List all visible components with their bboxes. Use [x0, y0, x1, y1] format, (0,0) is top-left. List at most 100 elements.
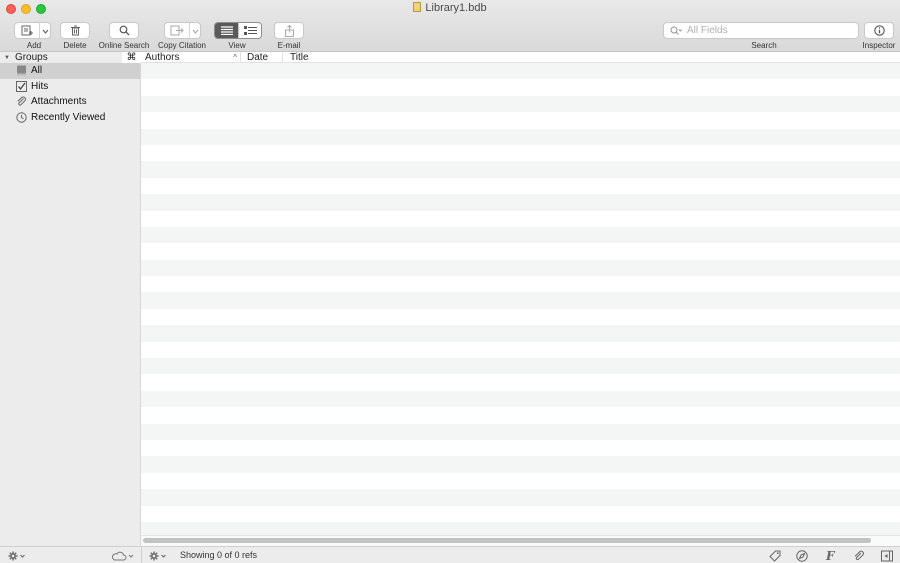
clock-icon — [15, 111, 27, 123]
empty-table-row — [141, 374, 900, 390]
groups-header-label: Groups — [14, 52, 48, 63]
detail-list-icon — [243, 26, 257, 35]
window-title: Library1.bdb — [0, 2, 900, 14]
empty-table-row — [141, 358, 900, 375]
empty-table-row — [141, 276, 900, 292]
search-field[interactable] — [663, 22, 859, 39]
empty-table-row — [141, 342, 900, 358]
compass-icon — [796, 549, 808, 562]
view-label: View — [228, 41, 246, 50]
empty-table-row — [141, 309, 900, 325]
sidebar-item-label: Recently Viewed — [31, 111, 106, 123]
share-icon — [284, 24, 294, 37]
sidebar-item-label: Attachments — [31, 96, 87, 108]
empty-table-row — [141, 259, 900, 277]
empty-table-row — [141, 63, 900, 80]
search-label: Search — [751, 41, 777, 50]
empty-table-row — [141, 440, 900, 456]
horizontal-scrollbar-thumb[interactable] — [143, 538, 871, 543]
empty-table-row — [141, 112, 900, 128]
info-icon — [873, 25, 885, 36]
copy-citation-button[interactable] — [164, 22, 201, 39]
gear-icon — [149, 551, 166, 560]
empty-table-row — [141, 145, 900, 161]
paperclip-icon — [854, 550, 864, 560]
search-input[interactable] — [687, 25, 847, 36]
empty-table-row — [141, 128, 900, 145]
trash-icon — [70, 25, 80, 36]
sidebar-item-label: All — [31, 65, 43, 77]
toggle-side-panel-button[interactable] — [881, 549, 893, 562]
column-header-authors[interactable]: Authors ^ — [145, 52, 239, 63]
online-search-button[interactable] — [109, 22, 139, 39]
groups-header[interactable]: ▼ Groups — [0, 52, 140, 63]
table-body — [141, 63, 900, 535]
titlebar: Library1.bdb Add Delete Online Search Co… — [0, 0, 900, 52]
add-button[interactable] — [14, 22, 51, 39]
column-header-date[interactable]: Date — [247, 52, 281, 63]
empty-table-row — [141, 390, 900, 408]
list-view-button[interactable] — [215, 23, 238, 38]
empty-table-row — [141, 407, 900, 423]
empty-table-row — [141, 521, 900, 535]
empty-table-row — [141, 292, 900, 309]
add-label: Add — [26, 41, 42, 50]
column-header-label: Title — [290, 52, 309, 63]
sidebar-action-menu-button[interactable] — [8, 549, 26, 562]
empty-table-row — [141, 243, 900, 259]
disclosure-triangle-icon[interactable]: ▼ — [4, 55, 10, 61]
gear-icon — [8, 551, 25, 560]
list-icon — [220, 26, 233, 35]
sidebar-item-recently-viewed[interactable]: Recently Viewed — [0, 110, 140, 126]
document-icon — [413, 2, 422, 12]
delete-button[interactable] — [60, 22, 90, 39]
column-header-label: Authors — [145, 52, 180, 63]
sync-menu-button[interactable] — [111, 549, 135, 562]
formatted-text-icon[interactable]: F — [826, 549, 835, 563]
add-document-icon — [21, 25, 33, 36]
empty-table-row — [141, 161, 900, 178]
column-header-label: Date — [247, 52, 269, 63]
copy-citation-label: Copy Citation — [157, 41, 207, 50]
empty-table-row — [141, 423, 900, 440]
empty-table-row — [141, 95, 900, 113]
empty-table-row — [141, 473, 900, 489]
online-search-label: Online Search — [98, 41, 150, 50]
command-column-header[interactable]: ⌘ — [122, 52, 141, 63]
column-header-title[interactable]: Title — [290, 52, 490, 63]
empty-table-row — [141, 211, 900, 227]
references-table[interactable]: Authors ^ Date Title — [141, 52, 900, 535]
sidebar-item-label: Hits — [31, 80, 49, 92]
empty-table-row — [141, 506, 900, 522]
table-action-menu-button[interactable] — [149, 549, 167, 562]
column-divider[interactable] — [282, 52, 283, 63]
email-button[interactable] — [274, 22, 304, 39]
search-icon — [670, 25, 682, 35]
detail-view-button[interactable] — [238, 23, 261, 38]
column-divider[interactable] — [240, 52, 241, 63]
window-title-text: Library1.bdb — [425, 2, 487, 14]
empty-table-row — [141, 79, 900, 95]
tag-button[interactable] — [769, 549, 781, 562]
export-citation-icon — [170, 25, 184, 36]
cloud-icon — [112, 551, 134, 560]
sidebar-item-hits[interactable]: Hits — [0, 79, 140, 95]
magnifier-icon — [119, 25, 129, 36]
empty-table-row — [141, 194, 900, 211]
sidebar-item-all[interactable]: All — [0, 63, 140, 79]
delete-label: Delete — [63, 41, 87, 50]
status-text: Showing 0 of 0 refs — [180, 550, 258, 560]
empty-table-row — [141, 489, 900, 506]
attachment-button[interactable] — [853, 549, 865, 562]
inspector-label: Inspector — [862, 41, 896, 50]
empty-table-row — [141, 325, 900, 342]
paperclip-icon — [15, 96, 27, 108]
safari-button[interactable] — [796, 549, 808, 562]
sidebar-item-attachments[interactable]: Attachments — [0, 94, 140, 110]
view-segmented-control[interactable] — [214, 22, 262, 39]
bottom-bar: Showing 0 of 0 refs F — [0, 546, 900, 563]
sort-ascending-icon: ^ — [233, 53, 237, 62]
inspector-button[interactable] — [864, 22, 894, 39]
chevron-down-icon — [192, 29, 199, 34]
empty-table-row — [141, 456, 900, 473]
